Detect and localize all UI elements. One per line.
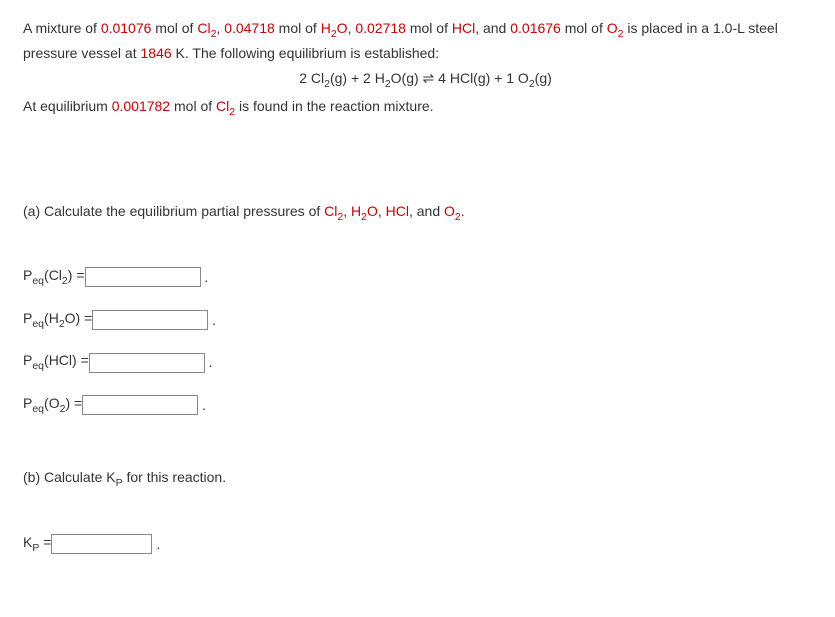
equation: 2 Cl2(g) + 2 H2O(g) ⇌ 4 HCl(g) + 1 O2(g) — [23, 68, 828, 93]
prompt: (a) Calculate the equilibrium partial pr… — [23, 203, 324, 219]
peq-h2o-input[interactable] — [92, 310, 208, 330]
label: KP = — [23, 532, 51, 557]
species: Cl2 — [324, 203, 343, 219]
text: At equilibrium — [23, 98, 112, 114]
species: HCl — [386, 203, 409, 219]
species: O2 — [607, 20, 624, 36]
text: K. The following equilibrium is establis… — [172, 45, 439, 61]
value: 0.01676 — [510, 20, 561, 36]
value: 0.04718 — [224, 20, 275, 36]
peq-hcl-input[interactable] — [89, 353, 205, 373]
text: , and — [475, 20, 510, 36]
label: Peq(O2) = — [23, 393, 82, 418]
text: pressure vessel at — [23, 45, 141, 61]
label: Peq(HCl) = — [23, 350, 89, 375]
value: 1846 — [141, 45, 172, 61]
problem-statement: A mixture of 0.01076 mol of Cl2, 0.04718… — [23, 18, 828, 121]
text: mol of — [275, 20, 321, 36]
prompt: (b) Calculate K — [23, 469, 116, 485]
text: , — [343, 203, 351, 219]
value: 0.01076 — [101, 20, 152, 36]
peq-hcl-row: Peq(HCl) = . — [23, 350, 828, 375]
peq-cl2-row: Peq(Cl2) = . — [23, 265, 828, 290]
text: mol of — [406, 20, 452, 36]
peq-o2-input[interactable] — [82, 395, 198, 415]
text: , — [378, 203, 386, 219]
peq-cl2-input[interactable] — [85, 267, 201, 287]
text: mol of — [151, 20, 197, 36]
text: , and — [409, 203, 444, 219]
species: H2O — [351, 203, 378, 219]
kp-input[interactable] — [51, 534, 152, 554]
value: 0.001782 — [112, 98, 170, 114]
peq-h2o-row: Peq(H2O) = . — [23, 308, 828, 333]
species: HCl — [452, 20, 475, 36]
part-b: (b) Calculate KP for this reaction. — [23, 467, 828, 492]
value: 0.02718 — [355, 20, 406, 36]
text: A mixture of — [23, 20, 101, 36]
species: H2O — [321, 20, 348, 36]
text: for this reaction. — [123, 469, 227, 485]
text: mol of — [561, 20, 607, 36]
text: . — [461, 203, 465, 219]
kp-row: KP = . — [23, 532, 828, 557]
label: Peq(H2O) = — [23, 308, 92, 333]
label: Peq(Cl2) = — [23, 265, 85, 290]
peq-o2-row: Peq(O2) = . — [23, 393, 828, 418]
text: is placed in a 1.0-L steel — [623, 20, 777, 36]
harpoon-icon: ⇌ — [423, 70, 435, 86]
part-a: (a) Calculate the equilibrium partial pr… — [23, 201, 828, 226]
species: Cl2 — [216, 98, 235, 114]
text: is found in the reaction mixture. — [235, 98, 433, 114]
species: Cl2 — [197, 20, 216, 36]
species: O2 — [444, 203, 461, 219]
text: mol of — [170, 98, 216, 114]
